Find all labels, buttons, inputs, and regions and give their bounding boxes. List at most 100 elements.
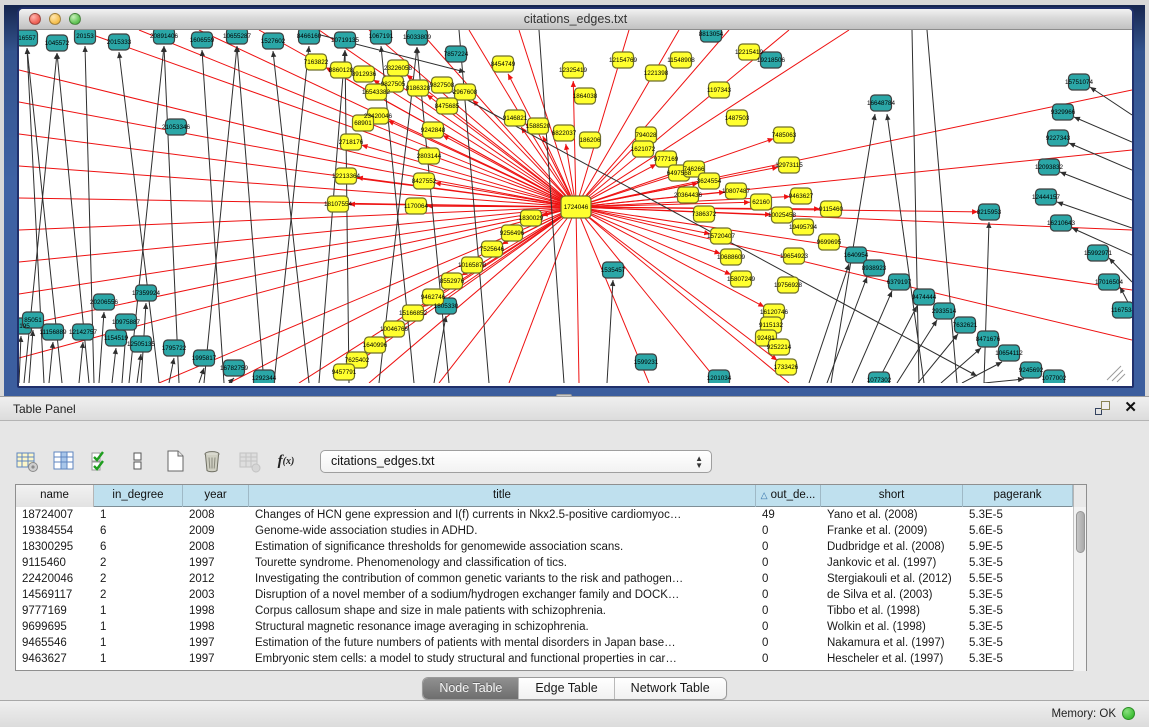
table-panel-title: Table Panel <box>13 402 76 416</box>
column-header-title[interactable]: title <box>249 485 756 507</box>
graph-node-label: 68901 <box>354 120 372 127</box>
import-table-icon[interactable] <box>236 448 262 474</box>
column-header-out_de[interactable]: △out_de... <box>756 485 821 507</box>
tab-node-table[interactable]: Node Table <box>423 678 519 699</box>
graph-node-label: 11548908 <box>667 57 695 64</box>
graph-node-label: 8427552 <box>412 178 437 185</box>
table-cell: Franke et al. (2009) <box>821 523 963 539</box>
table-cell: Embryonic stem cells: a model to study s… <box>249 651 756 667</box>
table-tab-bar: Node TableEdge TableNetwork Table <box>0 677 1149 700</box>
graph-node-label: 7386372 <box>692 211 717 218</box>
graph-node-label: 1077002 <box>1042 375 1067 382</box>
table-row[interactable]: 1938455462009Genome-wide association stu… <box>16 523 1086 539</box>
graph-node-label: 12973115 <box>775 162 803 169</box>
table-cell: 9465546 <box>16 635 94 651</box>
graph-node-label: 20153 <box>76 33 94 40</box>
table-mode-icon[interactable] <box>14 448 40 474</box>
column-header-year[interactable]: year <box>183 485 249 507</box>
table-cell: 14569117 <box>16 587 94 603</box>
graph-node-label: 20364436 <box>674 192 703 199</box>
table-scroll-corner <box>1073 485 1086 507</box>
graph-node-label: 7857224 <box>444 51 469 58</box>
table-cell: 49 <box>756 507 821 523</box>
graph-node-label: 16033809 <box>403 34 432 41</box>
table-selector-dropdown[interactable]: citations_edges.txt ▲▼ <box>320 450 712 473</box>
graph-node-label: 16557 <box>19 35 36 42</box>
delete-column-icon[interactable] <box>199 448 225 474</box>
graph-node-label: 6822037 <box>552 130 577 137</box>
table-cell: Tourette syndrome. Phenomenology and cla… <box>249 555 756 571</box>
table-cell: 5.3E-5 <box>963 651 1073 667</box>
network-canvas[interactable]: 1655710455722015320153332089140616065591… <box>19 30 1132 383</box>
graph-node-label: 1077302 <box>867 377 892 383</box>
table-row[interactable]: 946554611997Estimation of the future num… <box>16 635 1086 651</box>
graph-node-label: 39195 <box>19 323 30 330</box>
graph-node-label: 15992971 <box>1084 250 1113 257</box>
status-bar: Memory: OK <box>0 700 1149 727</box>
table-toolbar: f(x) citations_edges.txt ▲▼ <box>14 446 712 476</box>
column-header-pagerank[interactable]: pagerank <box>963 485 1073 507</box>
float-panel-icon[interactable] <box>1095 401 1110 415</box>
graph-node-label: 1167534 <box>1111 307 1132 314</box>
network-window-title: citations_edges.txt <box>19 12 1132 26</box>
column-header-in_degree[interactable]: in_degree <box>94 485 183 507</box>
function-builder-icon[interactable]: f(x) <box>273 448 299 474</box>
table-cell: 1997 <box>183 635 249 651</box>
graph-node-label: 8813054 <box>699 31 724 38</box>
create-column-icon[interactable] <box>162 448 188 474</box>
graph-node-label: 1733426 <box>774 364 799 371</box>
graph-node-label: 10654112 <box>995 350 1023 357</box>
memory-status-icon[interactable] <box>1122 707 1135 720</box>
network-graph[interactable]: 1655710455722015320153332089140616065591… <box>19 30 1132 383</box>
table-cell: 0 <box>756 619 821 635</box>
graph-node-label: 7163822 <box>304 59 329 66</box>
table-row[interactable]: 969969511998Structural magnetic resonanc… <box>16 619 1086 635</box>
table-cell: 19384554 <box>16 523 94 539</box>
table-row[interactable]: 911546021997Tourette syndrome. Phenomeno… <box>16 555 1086 571</box>
graph-node-label: 15751074 <box>1065 79 1094 86</box>
table-row[interactable]: 1872400712008Changes of HCN gene express… <box>16 507 1086 523</box>
graph-node-label: 1599231 <box>634 359 659 366</box>
table-cell: 22420046 <box>16 571 94 587</box>
graph-node-label: 10807487 <box>722 188 751 195</box>
tab-network-table[interactable]: Network Table <box>615 678 726 699</box>
column-header-name[interactable]: name <box>16 485 94 507</box>
graph-node-label: 2803144 <box>417 153 442 160</box>
table-cell: 18724007 <box>16 507 94 523</box>
network-window-titlebar[interactable]: citations_edges.txt <box>19 9 1132 30</box>
tab-edge-table[interactable]: Edge Table <box>519 678 614 699</box>
select-columns-icon[interactable] <box>88 448 114 474</box>
table-cell: 0 <box>756 571 821 587</box>
graph-node-label: 7525646 <box>480 246 505 253</box>
graph-node-label: 10025458 <box>768 212 797 219</box>
graph-node-label: 1995817 <box>192 355 217 362</box>
node-table[interactable]: namein_degreeyeartitle△out_de...shortpag… <box>15 484 1087 671</box>
table-cell: 1 <box>94 651 183 667</box>
column-header-short[interactable]: short <box>821 485 963 507</box>
table-cell: Tibbo et al. (1998) <box>821 603 963 619</box>
table-cell: Stergiakouli et al. (2012) <box>821 571 963 587</box>
graph-node-label: 9457791 <box>332 369 357 376</box>
row-height-icon[interactable] <box>125 448 151 474</box>
table-row[interactable]: 1830029562008Estimation of significance … <box>16 539 1086 555</box>
table-row[interactable]: 946362711997Embryonic stem cells: a mode… <box>16 651 1086 667</box>
table-row[interactable]: 2242004622012Investigating the contribut… <box>16 571 1086 587</box>
scrollbar-thumb[interactable] <box>1076 511 1085 553</box>
graph-node-label: 1487503 <box>725 115 750 122</box>
graph-node-label: 1154519 <box>104 335 129 342</box>
table-selector-value: citations_edges.txt <box>331 454 435 468</box>
table-vertical-scrollbar[interactable] <box>1073 507 1086 671</box>
dropdown-stepper-icon: ▲▼ <box>695 455 703 469</box>
graph-node-label: 8475685 <box>435 103 460 110</box>
graph-node-label: 15166852 <box>399 310 428 317</box>
graph-node-label: 7625402 <box>345 357 370 364</box>
graph-node-label: 1621072 <box>631 146 656 153</box>
graph-node-label: 15720407 <box>707 233 736 240</box>
graph-node-label: 11156889 <box>39 329 67 336</box>
graph-node-label: 2015333 <box>107 39 132 46</box>
table-row[interactable]: 977716911998Corpus callosum shape and si… <box>16 603 1086 619</box>
graph-node-label: 12093832 <box>1035 164 1064 171</box>
show-columns-icon[interactable] <box>51 448 77 474</box>
table-row[interactable]: 1456911722003Disruption of a novel membe… <box>16 587 1086 603</box>
close-panel-icon[interactable]: ✕ <box>1124 401 1137 415</box>
